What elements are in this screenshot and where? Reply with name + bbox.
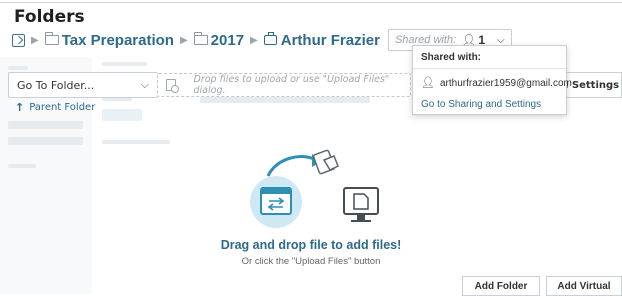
upload-drop-hint[interactable]: Drop files to upload or use "Upload File… — [157, 73, 411, 97]
top-border — [0, 2, 622, 3]
breadcrumb-arthur-frazier[interactable]: Arthur Frazier — [281, 32, 380, 49]
ghost-line — [102, 140, 170, 144]
upload-file-icon — [166, 79, 178, 93]
add-folder-button[interactable]: Add Folder — [462, 276, 540, 296]
sharing-settings-link[interactable]: Go to Sharing and Settings — [421, 99, 541, 110]
ghost-line — [8, 137, 83, 145]
drop-hint-text: Drop files to upload or use "Upload File… — [193, 74, 390, 96]
folder-icon — [193, 32, 208, 45]
chevron-down-icon: ⌵ — [140, 78, 149, 91]
popup-title: Shared with: — [421, 52, 482, 63]
breadcrumb-2017[interactable]: 2017 — [211, 32, 244, 49]
monitor-base — [351, 220, 371, 222]
ghost-line — [8, 121, 83, 129]
browser-titlebar — [261, 188, 291, 194]
shared-with-popup: Shared with: 👤︎ arthurfrazier1959@gmail.c… — [412, 45, 572, 115]
drag-drop-illustration — [250, 149, 379, 228]
monitor-stand — [357, 214, 365, 220]
shared-user-email: 👤︎ arthurfrazier1959@gmail.com — [421, 76, 572, 89]
go-to-folder-label: Go To Folder... — [17, 78, 95, 92]
breadcrumb-separator: ▶ — [250, 34, 258, 46]
breadcrumb-separator: ▶ — [179, 34, 188, 46]
file-icon — [353, 193, 369, 210]
breadcrumb-tax-preparation[interactable]: Tax Preparation — [62, 32, 174, 49]
up-arrow-icon: ↑ — [15, 101, 25, 114]
email-text: arthurfrazier1959@gmail.com — [439, 78, 572, 89]
ghost-line — [102, 62, 147, 66]
folder-icon — [44, 32, 59, 45]
ghost-line — [200, 97, 370, 103]
parent-folder-label: Parent Folder — [29, 102, 96, 113]
curved-arrow — [266, 155, 317, 177]
ghost-line — [8, 66, 28, 70]
client-icon — [263, 32, 277, 45]
popup-divider — [413, 68, 566, 69]
parent-folder-link[interactable]: ↑ Parent Folder — [15, 101, 95, 114]
root-folder-icon[interactable] — [12, 33, 25, 47]
chevron-down-icon: ⌵ — [497, 34, 505, 46]
ghost-line — [8, 164, 36, 168]
person-icon: 👤︎ — [421, 77, 435, 89]
dropzone-title: Drag and drop file to add files! — [220, 238, 402, 252]
ghost-button — [102, 109, 142, 121]
go-to-folder-select[interactable]: Go To Folder... ⌵ — [8, 72, 158, 98]
dropzone-subtitle: Or click the "Upload Files" button — [241, 256, 381, 267]
page-title: Folders — [14, 7, 85, 27]
breadcrumb-separator: ▶ — [31, 34, 39, 46]
add-virtual-button[interactable]: Add Virtual — [546, 276, 622, 296]
